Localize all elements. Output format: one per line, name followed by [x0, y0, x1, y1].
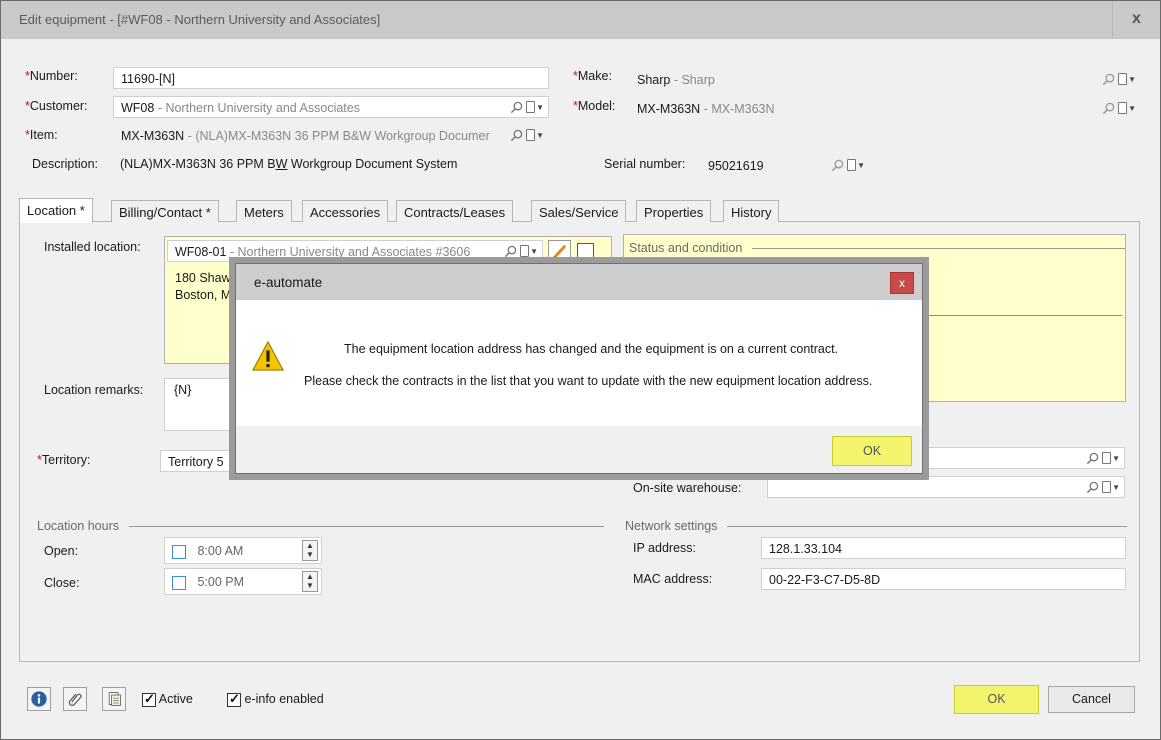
- open-time-checkbox[interactable]: [172, 544, 186, 559]
- onsite-warehouse-field[interactable]: ▼: [767, 476, 1125, 498]
- mac-address-field[interactable]: 00-22-F3-C7-D5-8D: [761, 568, 1126, 590]
- close-time-checkbox[interactable]: [172, 575, 186, 590]
- paperclip-icon: [68, 693, 82, 707]
- info-icon: [31, 691, 47, 707]
- notes-icon: [108, 692, 121, 706]
- close-label: Close:: [44, 576, 80, 590]
- notes-button[interactable]: [102, 687, 126, 711]
- item-field[interactable]: MX-M363N - (NLA)MX-M363N 36 PPM B&W Work…: [113, 124, 549, 146]
- window-title: Edit equipment - [#WF08 - Northern Unive…: [19, 12, 381, 27]
- tab-contracts-leases[interactable]: Contracts/Leases: [396, 200, 514, 222]
- dialog-body: The equipment location address has chang…: [236, 300, 922, 426]
- alert-dialog: e-automate x The equipment location addr…: [235, 263, 923, 474]
- dialog-title: e-automate: [254, 275, 323, 290]
- active-checkbox[interactable]: Active: [142, 691, 193, 707]
- title-bar: Edit equipment - [#WF08 - Northern Unive…: [1, 1, 1160, 39]
- installed-location-label: Installed location:: [44, 240, 141, 254]
- search-icon[interactable]: [831, 159, 844, 172]
- description-label: Description:: [32, 157, 98, 171]
- description-value: (NLA)MX-M363N 36 PPM BW Workgroup Docume…: [120, 157, 458, 171]
- make-field[interactable]: Sharp - Sharp ▼: [629, 68, 1141, 90]
- open-time-field[interactable]: 8:00 AM ▲ ▼: [164, 537, 322, 564]
- einfo-checkbox[interactable]: e-info enabled: [227, 691, 324, 707]
- tab-sales-service[interactable]: Sales/Service: [531, 200, 627, 222]
- active-label: Active: [158, 692, 193, 706]
- cancel-button[interactable]: Cancel: [1048, 686, 1135, 713]
- close-time-spinner[interactable]: ▲ ▼: [302, 571, 318, 592]
- onsite-warehouse-label: On-site warehouse:: [633, 481, 742, 495]
- customer-label: *Customer:: [25, 99, 88, 113]
- open-time-spinner[interactable]: ▲ ▼: [302, 540, 318, 561]
- dialog-message-line-2: Please check the contracts in the list t…: [304, 374, 873, 388]
- attach-button[interactable]: [63, 687, 87, 711]
- dialog-close-button[interactable]: x: [890, 272, 914, 294]
- model-label: *Model:: [573, 99, 616, 113]
- search-icon[interactable]: [1086, 452, 1099, 465]
- location-remarks-label: Location remarks:: [44, 383, 144, 397]
- select-dropdown-icon[interactable]: ▼: [526, 101, 544, 113]
- ip-address-label: IP address:: [633, 541, 697, 555]
- make-label: *Make:: [573, 69, 612, 83]
- tab-history[interactable]: History: [723, 200, 780, 222]
- search-icon[interactable]: [1086, 481, 1099, 494]
- item-label: *Item:: [25, 128, 58, 142]
- ok-button[interactable]: OK: [954, 685, 1039, 714]
- number-field[interactable]: 11690-[N]: [113, 67, 549, 89]
- number-label: *Number:: [25, 69, 78, 83]
- dialog-message-line-1: The equipment location address has chang…: [344, 342, 839, 356]
- installed-location-field[interactable]: WF08-01 - Northern University and Associ…: [167, 240, 543, 262]
- tab-billing-contact[interactable]: Billing/Contact *: [111, 200, 219, 222]
- model-field[interactable]: MX-M363N - MX-M363N ▼: [629, 97, 1141, 119]
- tab-accessories[interactable]: Accessories: [302, 200, 389, 222]
- select-dropdown-icon[interactable]: ▼: [1118, 73, 1136, 85]
- status-condition-title: Status and condition: [629, 241, 753, 255]
- select-dropdown-icon[interactable]: ▼: [847, 159, 865, 171]
- dialog-footer: OK: [236, 426, 922, 473]
- search-icon[interactable]: [510, 129, 523, 142]
- tab-location[interactable]: Location *: [19, 198, 93, 223]
- search-icon[interactable]: [504, 245, 517, 258]
- address-line-2: Boston, M.: [175, 288, 235, 302]
- edit-address-button[interactable]: [548, 240, 571, 263]
- select-dropdown-icon[interactable]: ▼: [526, 129, 544, 141]
- serial-number-label: Serial number:: [604, 157, 686, 171]
- dialog-title-bar: e-automate x: [236, 264, 922, 300]
- close-time-field[interactable]: 5:00 PM ▲ ▼: [164, 568, 322, 595]
- search-icon[interactable]: [1102, 102, 1115, 115]
- info-button[interactable]: [27, 687, 51, 711]
- search-icon[interactable]: [1102, 73, 1115, 86]
- pencil-icon: [552, 244, 567, 260]
- window-close-button[interactable]: x: [1112, 1, 1160, 39]
- network-settings-title: Network settings: [625, 519, 728, 533]
- tab-meters[interactable]: Meters: [236, 200, 292, 222]
- address-line-1: 180 Shawm: [175, 271, 242, 285]
- einfo-label: e-info enabled: [244, 692, 324, 706]
- tab-properties[interactable]: Properties: [636, 200, 712, 222]
- mac-address-label: MAC address:: [633, 572, 713, 586]
- address-checkbox[interactable]: [577, 243, 594, 260]
- select-dropdown-icon[interactable]: ▼: [1102, 481, 1120, 493]
- select-dropdown-icon[interactable]: ▼: [1118, 102, 1136, 114]
- customer-field[interactable]: WF08 - Northern University and Associate…: [113, 96, 549, 118]
- territory-label: *Territory:: [37, 453, 91, 467]
- select-dropdown-icon[interactable]: ▼: [520, 245, 538, 257]
- warning-icon: [252, 340, 284, 371]
- open-label: Open:: [44, 544, 79, 558]
- ip-address-field[interactable]: 128.1.33.104: [761, 537, 1126, 559]
- select-dropdown-icon[interactable]: ▼: [1102, 452, 1120, 464]
- dialog-ok-button[interactable]: OK: [832, 436, 912, 466]
- serial-number-field[interactable]: 95021619 ▼: [700, 154, 870, 176]
- search-icon[interactable]: [510, 101, 523, 114]
- location-hours-title: Location hours: [37, 519, 130, 533]
